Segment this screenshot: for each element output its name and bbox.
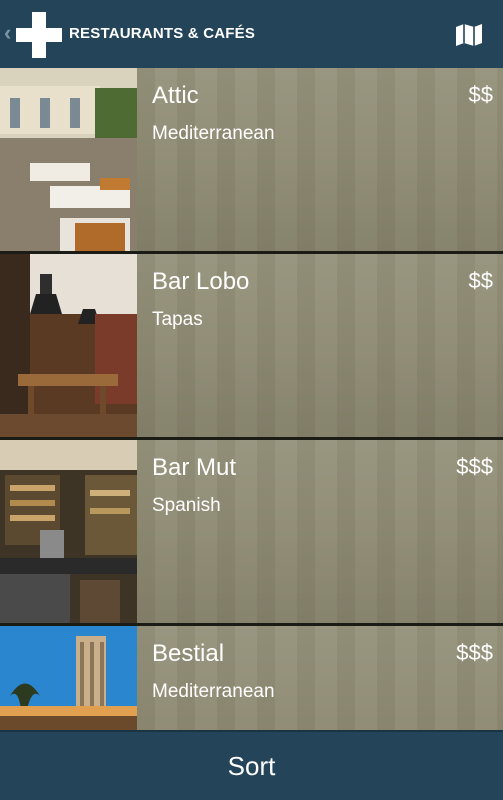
restaurant-cuisine: Spanish <box>152 495 221 516</box>
chevron-left-icon[interactable]: ‹ <box>4 22 11 44</box>
app-header: ‹ RESTAURANTS & CAFÉS <box>0 0 503 68</box>
restaurant-name: Bar Mut <box>152 454 237 481</box>
sort-button[interactable]: Sort <box>0 730 503 800</box>
plus-cross-icon[interactable] <box>16 12 62 58</box>
restaurant-name: Bar Lobo <box>152 268 250 295</box>
page-title: RESTAURANTS & CAFÉS <box>69 25 256 42</box>
restaurant-cuisine: Mediterranean <box>152 681 275 702</box>
restaurant-name: Bestial <box>152 640 225 667</box>
restaurant-row[interactable]: Attic Mediterranean $$ <box>0 68 503 254</box>
restaurant-price: $$ <box>468 82 493 107</box>
restaurant-row[interactable]: Bestial Mediterranean $$$ <box>0 626 503 730</box>
restaurant-price: $$$ <box>456 640 493 665</box>
restaurant-thumbnail <box>0 254 137 437</box>
restaurant-list: Attic Mediterranean $$ Bar Lobo Tapas $$ <box>0 68 503 730</box>
restaurant-name: Attic <box>152 82 199 109</box>
restaurant-price: $$$ <box>456 454 493 479</box>
restaurant-row[interactable]: Bar Mut Spanish $$$ <box>0 440 503 626</box>
restaurant-cuisine: Mediterranean <box>152 123 275 144</box>
map-icon[interactable] <box>455 24 483 46</box>
restaurant-thumbnail <box>0 626 137 730</box>
restaurant-thumbnail <box>0 440 137 623</box>
restaurant-thumbnail <box>0 68 137 251</box>
sort-label: Sort <box>227 750 276 781</box>
restaurant-row[interactable]: Bar Lobo Tapas $$ <box>0 254 503 440</box>
restaurant-cuisine: Tapas <box>152 309 203 330</box>
restaurant-price: $$ <box>468 268 493 293</box>
